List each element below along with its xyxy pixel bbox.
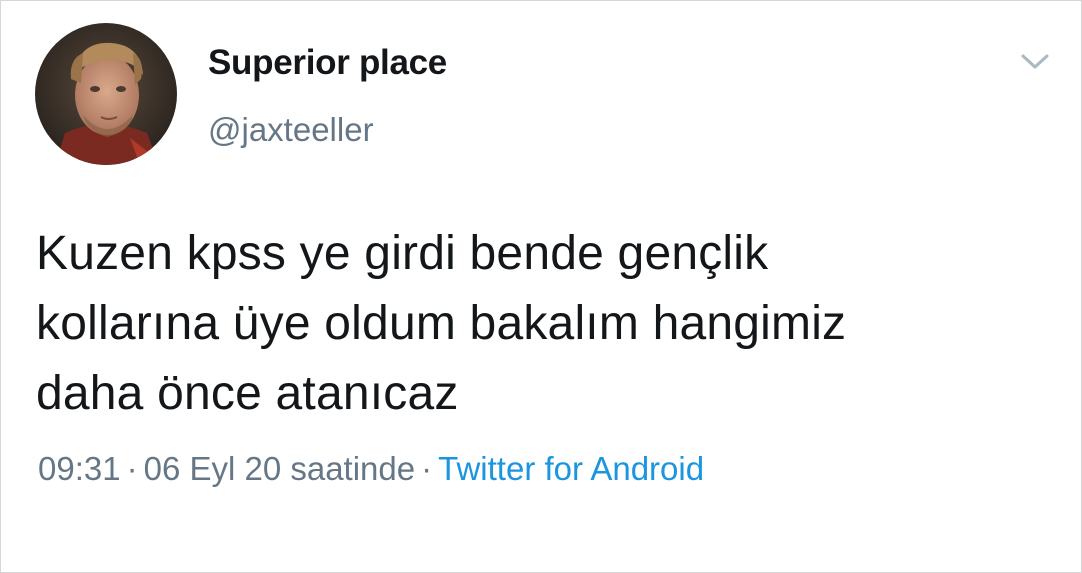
tweet-source-link[interactable]: Twitter for Android <box>438 450 704 487</box>
tweet-text-line: kollarına üye oldum bakalım hangimiz <box>36 297 847 350</box>
profile-photo <box>35 23 177 165</box>
user-handle[interactable]: @jaxteeller <box>208 111 374 149</box>
meta-separator: · <box>421 450 433 487</box>
tweet-date[interactable]: 06 Eyl 20 saatinde <box>144 450 416 487</box>
display-name[interactable]: Superior place <box>208 43 447 83</box>
meta-separator: · <box>126 450 138 487</box>
tweet-card: Superior place @jaxteeller Kuzen kpss ye… <box>0 0 1082 573</box>
chevron-down-icon[interactable] <box>1019 51 1051 73</box>
avatar[interactable] <box>35 23 177 165</box>
tweet-time[interactable]: 09:31 <box>38 450 121 487</box>
tweet-text: Kuzen kpss ye girdi bende gençlik kollar… <box>36 219 1056 429</box>
tweet-text-line: Kuzen kpss ye girdi bende gençlik <box>36 227 769 280</box>
tweet-meta: 09:31 · 06 Eyl 20 saatinde · Twitter for And… <box>38 450 704 488</box>
tweet-text-line: daha önce atanıcaz <box>36 367 459 420</box>
